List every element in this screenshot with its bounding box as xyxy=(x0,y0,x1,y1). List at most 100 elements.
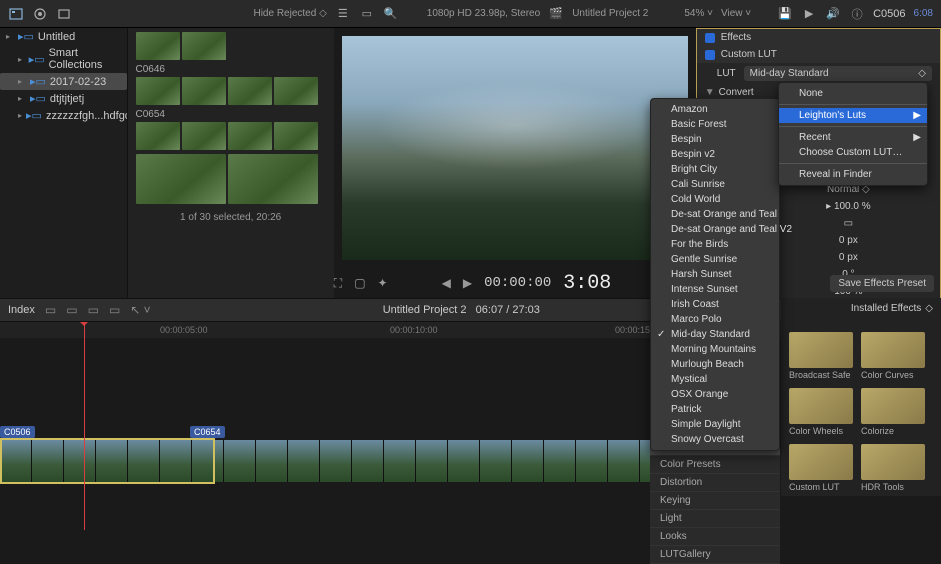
lut-preset-item[interactable]: For the Birds xyxy=(651,237,779,252)
sidebar-item[interactable]: ▸▸▭ Smart Collections xyxy=(0,45,127,73)
lut-preset-item[interactable]: Patrick xyxy=(651,402,779,417)
timeline-frame[interactable] xyxy=(384,440,416,482)
lut-preset-item[interactable]: Mystical xyxy=(651,372,779,387)
lut-dropdown-menu[interactable]: None Leighton's Luts▶ Recent▶ Choose Cus… xyxy=(778,82,928,186)
clip-thumbnail[interactable] xyxy=(136,32,180,60)
append-clip-icon[interactable]: ▭ xyxy=(88,303,99,317)
save-icon[interactable]: 💾 xyxy=(777,6,793,22)
effect-thumbnail[interactable] xyxy=(789,388,853,424)
info-icon[interactable]: ⓘ xyxy=(849,6,865,22)
playhead[interactable] xyxy=(84,322,85,530)
lut-preset-item[interactable]: Cali Sunrise xyxy=(651,177,779,192)
timeline-frame[interactable] xyxy=(96,440,128,482)
timeline-frame[interactable] xyxy=(512,440,544,482)
lut-preset-item[interactable]: Basic Forest xyxy=(651,117,779,132)
effects-section-header[interactable]: Effects xyxy=(697,29,940,46)
hide-rejected-toggle[interactable]: Hide Rejected ◇ xyxy=(253,8,326,19)
transform-icon[interactable]: ▢ xyxy=(354,276,365,290)
lut-preset-item[interactable]: Simple Daylight xyxy=(651,417,779,432)
lut-preset-item[interactable]: Murlough Beach xyxy=(651,357,779,372)
sidebar-item[interactable]: ▸▸▭ dtjtjtjetj xyxy=(0,90,127,107)
timeline-frame[interactable] xyxy=(128,440,160,482)
lut-preset-item[interactable]: ✓Mid-day Standard xyxy=(651,327,779,342)
lut-submenu-presets[interactable]: AmazonBasic ForestBespinBespin v2Bright … xyxy=(650,98,780,451)
timeline-frame[interactable] xyxy=(416,440,448,482)
effects-category-item[interactable]: Distortion xyxy=(650,474,780,492)
clip-thumbnail[interactable] xyxy=(182,32,226,60)
timeline-frame[interactable] xyxy=(320,440,352,482)
lut-preset-item[interactable]: Gentle Sunrise xyxy=(651,252,779,267)
timeline-frame[interactable] xyxy=(256,440,288,482)
index-button[interactable]: Index xyxy=(8,304,35,316)
effect-item[interactable]: Broadcast Safe xyxy=(789,332,853,380)
lut-preset-item[interactable]: Marco Polo xyxy=(651,312,779,327)
menu-item-choose-custom[interactable]: Choose Custom LUT… xyxy=(779,145,927,160)
effects-checkbox[interactable] xyxy=(705,33,715,43)
timeline-frame[interactable] xyxy=(448,440,480,482)
effect-item[interactable]: HDR Tools xyxy=(861,444,925,492)
overwrite-clip-icon[interactable]: ▭ xyxy=(109,303,120,317)
effect-item[interactable]: Colorize xyxy=(861,388,925,436)
menu-item-reveal-finder[interactable]: Reveal in Finder xyxy=(779,167,927,182)
clip-thumbstrip[interactable] xyxy=(136,122,326,150)
timeline-frame[interactable] xyxy=(352,440,384,482)
clip-thumbstrip[interactable] xyxy=(136,32,326,60)
effects-category-item[interactable]: Light xyxy=(650,510,780,528)
titles-icon[interactable] xyxy=(56,6,72,22)
play-icon[interactable]: ▶ xyxy=(801,6,817,22)
clip-thumbnail[interactable] xyxy=(136,122,180,150)
timeline-frame[interactable] xyxy=(480,440,512,482)
effect-thumbnail[interactable] xyxy=(861,444,925,480)
lut-preset-item[interactable]: Amazon xyxy=(651,102,779,117)
effect-thumbnail[interactable] xyxy=(789,444,853,480)
search-icon[interactable]: 🔍 xyxy=(383,6,399,22)
clip-thumbnail[interactable] xyxy=(228,122,272,150)
timeline-frame[interactable] xyxy=(224,440,256,482)
view-dropdown[interactable]: View ˅ xyxy=(721,8,751,19)
clip-thumbnail[interactable] xyxy=(182,122,226,150)
timeline-frame[interactable] xyxy=(0,440,32,482)
effects-category-item[interactable]: Looks xyxy=(650,528,780,546)
timeline-frame[interactable] xyxy=(608,440,640,482)
enhance-icon[interactable]: ✦ xyxy=(378,276,388,290)
timeline-frame[interactable] xyxy=(32,440,64,482)
effects-category-item[interactable]: Color Presets xyxy=(650,456,780,474)
lut-preset-item[interactable]: Bright City xyxy=(651,162,779,177)
audio-icon[interactable]: 🔊 xyxy=(825,6,841,22)
crop-icon[interactable]: ⛶ xyxy=(334,276,342,291)
lut-preset-item[interactable]: Bespin v2 xyxy=(651,147,779,162)
prev-frame-button[interactable]: ◀ xyxy=(442,276,451,290)
lut-preset-item[interactable]: Harsh Sunset xyxy=(651,267,779,282)
menu-item-recent[interactable]: Recent▶ xyxy=(779,130,927,145)
photos-icon[interactable] xyxy=(32,6,48,22)
clip-thumbnail[interactable] xyxy=(274,77,318,105)
timeline-frame[interactable] xyxy=(288,440,320,482)
custom-lut-checkbox[interactable] xyxy=(705,50,715,60)
clip-thumbnail[interactable] xyxy=(228,154,318,204)
timeline-frame[interactable] xyxy=(544,440,576,482)
play-button[interactable]: ▶ xyxy=(463,276,472,290)
lut-preset-item[interactable]: Bespin xyxy=(651,132,779,147)
viewer-canvas[interactable] xyxy=(342,36,688,260)
custom-lut-header[interactable]: Custom LUT xyxy=(697,46,940,63)
filmstrip-icon[interactable]: ▭ xyxy=(359,6,375,22)
effect-thumbnail[interactable] xyxy=(861,388,925,424)
clip-thumbnail[interactable] xyxy=(136,77,180,105)
sidebar-item[interactable]: ▸▸▭ zzzzzzfgh...hdfgdfgh xyxy=(0,107,127,124)
insert-clip-icon[interactable]: ▭ xyxy=(66,303,77,317)
clip-tag-2[interactable]: C0654 xyxy=(190,426,225,438)
lut-preset-item[interactable]: De-sat Orange and Teal xyxy=(651,207,779,222)
sidebar-item[interactable]: ▸▸▭ 2017-02-23 xyxy=(0,73,127,90)
lut-preset-item[interactable]: Intense Sunset xyxy=(651,282,779,297)
lut-preset-item[interactable]: Irish Coast xyxy=(651,297,779,312)
lut-dropdown[interactable]: Mid-day Standard◇ xyxy=(744,66,932,81)
menu-item-none[interactable]: None xyxy=(779,86,927,101)
clip-appearance-icon[interactable]: ☰ xyxy=(335,6,351,22)
zoom-dropdown[interactable]: 54% ˅ xyxy=(684,8,713,19)
lut-preset-item[interactable]: Morning Mountains xyxy=(651,342,779,357)
clip-thumbstrip[interactable] xyxy=(136,77,326,105)
effect-thumbnail[interactable] xyxy=(789,332,853,368)
video-track[interactable]: C0506 C0654 xyxy=(0,440,704,482)
clip-tag-1[interactable]: C0506 xyxy=(0,426,35,438)
connect-clip-icon[interactable]: ▭ xyxy=(45,303,56,317)
